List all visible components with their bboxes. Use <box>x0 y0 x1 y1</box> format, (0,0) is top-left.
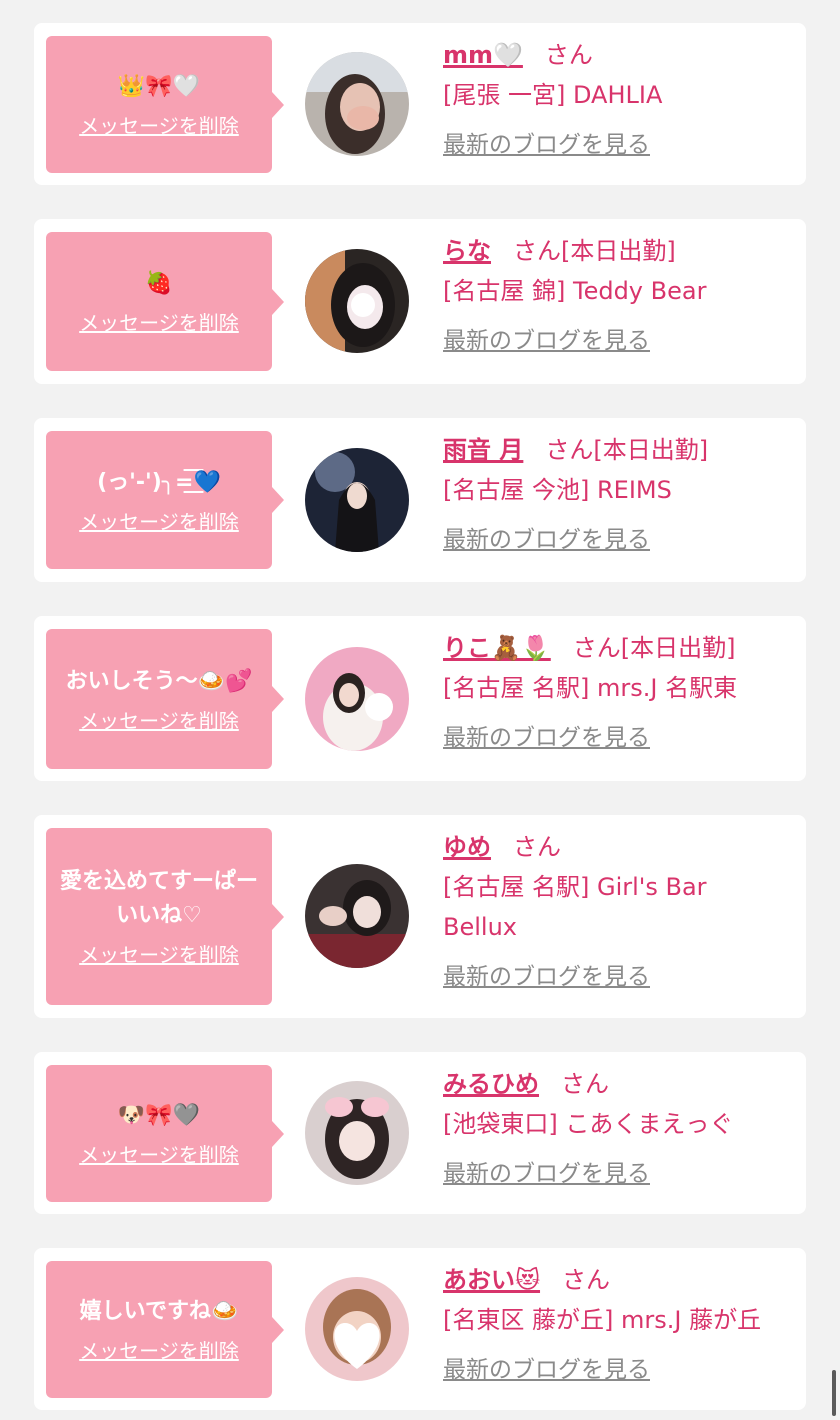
message-card: 愛を込めてすーぱーいいね♡ メッセージを削除 ゆめ さん [名古屋 名駅] Gir… <box>34 815 806 1018</box>
message-card: 🐶🎀🩶 メッセージを削除 みるひめ さん [池袋東口] こあくまえっぐ 最新のブロ… <box>34 1052 806 1214</box>
shop-name: [名古屋 今池] REIMS <box>443 476 672 504</box>
sender-name-link[interactable]: みるひめ <box>443 1070 539 1098</box>
latest-blog-link[interactable]: 最新のブログを見る <box>443 1154 650 1188</box>
sender-info: ゆめ さん [名古屋 名駅] Girl's Bar Bellux 最新のブログを見… <box>443 831 796 991</box>
face-photo-avatar <box>305 647 409 751</box>
message-bubble: (っ'-')╮=͟͟͞͞💙 メッセージを削除 <box>46 431 284 569</box>
message-text: 👑🎀🤍 <box>117 74 201 99</box>
delete-message-link[interactable]: メッセージを削除 <box>79 506 239 535</box>
message-card: 嬉しいですね🍛 メッセージを削除 あおい😻 さん [名東区 藤が丘] mrs.J … <box>34 1248 806 1410</box>
latest-blog-link[interactable]: 最新のブログを見る <box>443 520 650 554</box>
status-badge: [本日出勤] <box>620 634 736 662</box>
latest-blog-link[interactable]: 最新のブログを見る <box>443 321 650 355</box>
message-bubble: 愛を込めてすーぱーいいね♡ メッセージを削除 <box>46 828 284 1005</box>
face-photo-avatar <box>305 52 409 156</box>
message-bubble: 🐶🎀🩶 メッセージを削除 <box>46 1065 284 1202</box>
sender-name-link[interactable]: りこ🧸🌷 <box>443 634 551 662</box>
message-card: 🍓 メッセージを削除 らな さん[本日出勤] [名古屋 錦] Teddy Bear… <box>34 219 806 384</box>
shop-name: [名古屋 名駅] mrs.J 名駅東 <box>443 674 738 702</box>
message-text: おいしそう〜🍛💕 <box>65 668 253 694</box>
sender-name-link[interactable]: らな <box>443 237 491 265</box>
sender-info: mm🤍 さん [尾張 一宮] DAHLIA 最新のブログを見る <box>443 39 796 159</box>
shop-name: [名東区 藤が丘] mrs.J 藤が丘 <box>443 1306 762 1334</box>
avatar[interactable] <box>305 1081 409 1185</box>
scrollbar[interactable] <box>832 1370 836 1416</box>
shop-name: [名古屋 名駅] Girl's Bar Bellux <box>443 873 707 941</box>
avatar[interactable] <box>305 448 409 552</box>
face-photo-avatar <box>305 864 409 968</box>
honorific: さん <box>572 634 621 662</box>
honorific: さん <box>513 833 561 861</box>
honorific: さん <box>513 237 561 265</box>
sender-name-link[interactable]: あおい😻 <box>443 1266 540 1294</box>
delete-message-link[interactable]: メッセージを削除 <box>79 939 239 968</box>
face-photo-avatar <box>305 249 409 353</box>
latest-blog-link[interactable]: 最新のブログを見る <box>443 125 650 159</box>
message-bubble: おいしそう〜🍛💕 メッセージを削除 <box>46 629 284 769</box>
honorific: さん <box>545 436 594 464</box>
avatar[interactable] <box>305 864 409 968</box>
message-text: 愛を込めてすーぱーいいね♡ <box>59 869 258 928</box>
avatar[interactable] <box>305 249 409 353</box>
avatar[interactable] <box>305 647 409 751</box>
latest-blog-link[interactable]: 最新のブログを見る <box>443 1350 650 1384</box>
honorific: さん <box>562 1266 611 1294</box>
delete-message-link[interactable]: メッセージを削除 <box>79 1139 239 1168</box>
delete-message-link[interactable]: メッセージを削除 <box>79 705 239 734</box>
shop-name: [池袋東口] こあくまえっぐ <box>443 1110 734 1138</box>
sender-info: 雨音 月さん[本日出勤] [名古屋 今池] REIMS 最新のブログを見る <box>443 434 796 554</box>
message-text: 嬉しいですね🍛 <box>79 1299 239 1324</box>
delete-message-link[interactable]: メッセージを削除 <box>79 110 239 139</box>
honorific: さん <box>544 41 593 69</box>
sender-name-link[interactable]: 雨音 月 <box>443 436 523 464</box>
message-bubble: 嬉しいですね🍛 メッセージを削除 <box>46 1261 284 1398</box>
latest-blog-link[interactable]: 最新のブログを見る <box>443 957 650 991</box>
sender-info: みるひめ さん [池袋東口] こあくまえっぐ 最新のブログを見る <box>443 1068 796 1188</box>
message-bubble: 🍓 メッセージを削除 <box>46 232 284 371</box>
face-photo-avatar <box>305 1081 409 1185</box>
sender-info: らな さん[本日出勤] [名古屋 錦] Teddy Bear 最新のブログを見る <box>443 235 796 355</box>
message-card: (っ'-')╮=͟͟͞͞💙 メッセージを削除 雨音 月さん[本日出勤] [名古屋… <box>34 418 806 582</box>
sender-info: あおい😻 さん [名東区 藤が丘] mrs.J 藤が丘 最新のブログを見る <box>443 1264 796 1384</box>
sender-name-link[interactable]: mm🤍 <box>443 41 523 69</box>
sender-name-link[interactable]: ゆめ <box>443 833 491 861</box>
avatar[interactable] <box>305 52 409 156</box>
face-photo-avatar <box>305 448 409 552</box>
delete-message-link[interactable]: メッセージを削除 <box>79 1335 239 1364</box>
message-text: 🍓 <box>145 271 173 296</box>
message-card: 👑🎀🤍 メッセージを削除 mm🤍 さん [尾張 一宮] DAHLIA 最新のブログ… <box>34 23 806 185</box>
message-bubble: 👑🎀🤍 メッセージを削除 <box>46 36 284 173</box>
delete-message-link[interactable]: メッセージを削除 <box>79 307 239 336</box>
avatar[interactable] <box>305 1277 409 1381</box>
shop-name: [尾張 一宮] DAHLIA <box>443 81 663 109</box>
status-badge: [本日出勤] <box>593 436 709 464</box>
honorific: さん <box>561 1070 609 1098</box>
status-badge: [本日出勤] <box>561 237 676 265</box>
message-text: (っ'-')╮=͟͟͞͞💙 <box>97 469 221 495</box>
message-card: おいしそう〜🍛💕 メッセージを削除 りこ🧸🌷 さん[本日出勤] [名古屋 名駅] … <box>34 616 806 781</box>
sender-info: りこ🧸🌷 さん[本日出勤] [名古屋 名駅] mrs.J 名駅東 最新のブログを見… <box>443 632 796 752</box>
face-photo-avatar <box>305 1277 409 1381</box>
latest-blog-link[interactable]: 最新のブログを見る <box>443 718 650 752</box>
shop-name: [名古屋 錦] Teddy Bear <box>443 277 707 305</box>
message-text: 🐶🎀🩶 <box>117 1103 201 1128</box>
